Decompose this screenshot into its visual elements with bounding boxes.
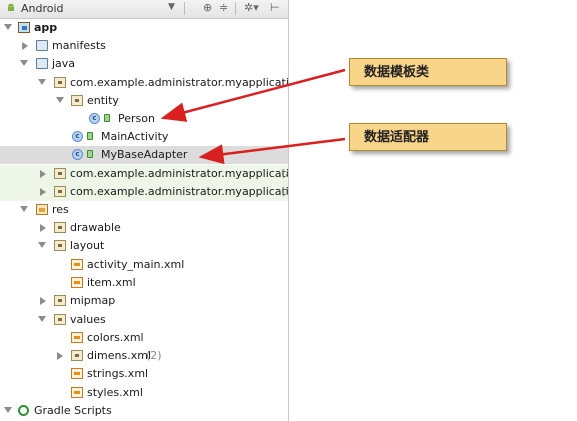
settings-icon[interactable]: ✲▾	[244, 1, 259, 14]
tree-label: Gradle Scripts	[34, 404, 112, 417]
layout-file-icon	[71, 259, 83, 270]
folder-icon	[71, 350, 83, 361]
expand-arrow-icon[interactable]	[38, 316, 46, 322]
tree-item-entity[interactable]: entity	[0, 92, 288, 110]
resource-folder-icon	[36, 204, 48, 215]
lock-icon	[87, 150, 93, 158]
tree-label: java	[52, 57, 76, 70]
folder-icon	[54, 240, 66, 251]
values-file-icon	[71, 387, 83, 398]
expand-arrow-icon[interactable]	[38, 242, 46, 248]
lock-icon	[104, 114, 110, 122]
class-icon: c	[89, 113, 100, 124]
tree-label-suffix: (a	[281, 167, 288, 180]
collapse-arrow-icon[interactable]	[22, 42, 28, 50]
module-icon	[18, 22, 30, 33]
expand-arrow-icon[interactable]	[38, 79, 46, 85]
tree-item-person[interactable]: c Person	[0, 110, 288, 128]
tree-label: com.example.administrator.myapplication	[70, 167, 289, 180]
folder-icon	[54, 295, 66, 306]
tree-label: entity	[87, 94, 119, 107]
toolbar-divider	[235, 2, 236, 15]
chevron-down-icon[interactable]: ▼	[168, 2, 175, 12]
tree-label: com.example.administrator.myapplication	[70, 185, 289, 198]
source-folder-icon	[36, 58, 48, 69]
tree-item-item-xml[interactable]: item.xml	[0, 274, 288, 292]
folder-icon	[36, 40, 48, 51]
collapse-arrow-icon[interactable]	[57, 352, 63, 360]
tree-label: values	[70, 313, 106, 326]
tree-label: MainActivity	[101, 130, 169, 143]
callout-data-adapter: 数据适配器	[349, 123, 507, 151]
tree-item-drawable[interactable]: drawable	[0, 219, 288, 237]
tree-item-values[interactable]: values	[0, 311, 288, 329]
toolbar-divider	[184, 2, 185, 15]
view-mode-label[interactable]: Android	[21, 2, 64, 15]
tree-label: layout	[70, 239, 105, 252]
package-icon	[54, 77, 66, 88]
expand-arrow-icon[interactable]	[4, 24, 12, 30]
tree-item-mipmap[interactable]: mipmap	[0, 292, 288, 310]
values-file-icon	[71, 332, 83, 343]
project-panel: Android ▼ ⊕ ≑ ✲▾ ⊢ app manifests java co…	[0, 0, 289, 421]
collapse-arrow-icon[interactable]	[40, 224, 46, 232]
tree-label: item.xml	[87, 276, 136, 289]
package-icon	[71, 95, 83, 106]
tree-item-package-android-test[interactable]: com.example.administrator.myapplication …	[0, 165, 288, 183]
tree-item-colors-xml[interactable]: colors.xml	[0, 329, 288, 347]
file-count: (2)	[146, 349, 162, 362]
tree-item-res[interactable]: res	[0, 201, 288, 219]
android-icon	[8, 3, 14, 11]
expand-arrow-icon[interactable]	[4, 407, 12, 413]
tree-item-layout[interactable]: layout	[0, 237, 288, 255]
tree-item-java[interactable]: java	[0, 55, 288, 73]
tree-item-main-activity[interactable]: c MainActivity	[0, 128, 288, 146]
tree-label: styles.xml	[87, 386, 143, 399]
class-icon: c	[72, 149, 83, 160]
tree-label: strings.xml	[87, 367, 149, 380]
collapse-arrow-icon[interactable]	[40, 297, 46, 305]
tree-item-package-test[interactable]: com.example.administrator.myapplication …	[0, 183, 288, 201]
package-icon	[54, 186, 66, 197]
expand-arrow-icon[interactable]	[20, 206, 28, 212]
tree-label: mipmap	[70, 294, 116, 307]
layout-file-icon	[71, 277, 83, 288]
expand-arrow-icon[interactable]	[20, 60, 28, 66]
tree-label: manifests	[52, 39, 106, 52]
tree-item-styles-xml[interactable]: styles.xml	[0, 384, 288, 402]
expand-arrow-icon[interactable]	[56, 97, 64, 103]
tree-item-gradle-scripts[interactable]: Gradle Scripts	[0, 402, 288, 420]
tree-label: com.example.administrator.myapplication	[70, 76, 289, 89]
folder-icon	[54, 222, 66, 233]
collapse-icon[interactable]: ≑	[219, 1, 228, 14]
gradle-icon	[18, 405, 29, 416]
callout-model-class: 数据模板类	[349, 58, 507, 86]
tree-label: res	[52, 203, 69, 216]
class-icon: c	[72, 131, 83, 142]
tree-item-dimens-xml[interactable]: dimens.xml (2)	[0, 347, 288, 365]
lock-icon	[87, 132, 93, 140]
values-file-icon	[71, 368, 83, 379]
folder-icon	[54, 314, 66, 325]
tree-item-app[interactable]: app	[0, 19, 288, 37]
package-icon	[54, 168, 66, 179]
tree-label: drawable	[70, 221, 121, 234]
hide-icon[interactable]: ⊢	[270, 1, 280, 14]
tree-label-suffix: (t	[281, 185, 289, 198]
tree-item-strings-xml[interactable]: strings.xml	[0, 365, 288, 383]
tree-label: MyBaseAdapter	[101, 148, 188, 161]
tree-label: Person	[118, 112, 155, 125]
tree-label: activity_main.xml	[87, 258, 185, 271]
tree-label: app	[34, 21, 58, 34]
tree-item-package-main[interactable]: com.example.administrator.myapplication	[0, 74, 288, 92]
collapse-arrow-icon[interactable]	[40, 170, 46, 178]
tree-item-manifests[interactable]: manifests	[0, 37, 288, 55]
tree-label: dimens.xml	[87, 349, 152, 362]
tree-label: colors.xml	[87, 331, 144, 344]
tree-item-my-base-adapter[interactable]: c MyBaseAdapter	[0, 146, 288, 164]
sync-icon[interactable]: ⊕	[203, 1, 212, 14]
tree-item-activity-main-xml[interactable]: activity_main.xml	[0, 256, 288, 274]
collapse-arrow-icon[interactable]	[40, 188, 46, 196]
project-toolbar: Android ▼ ⊕ ≑ ✲▾ ⊢	[0, 0, 288, 19]
